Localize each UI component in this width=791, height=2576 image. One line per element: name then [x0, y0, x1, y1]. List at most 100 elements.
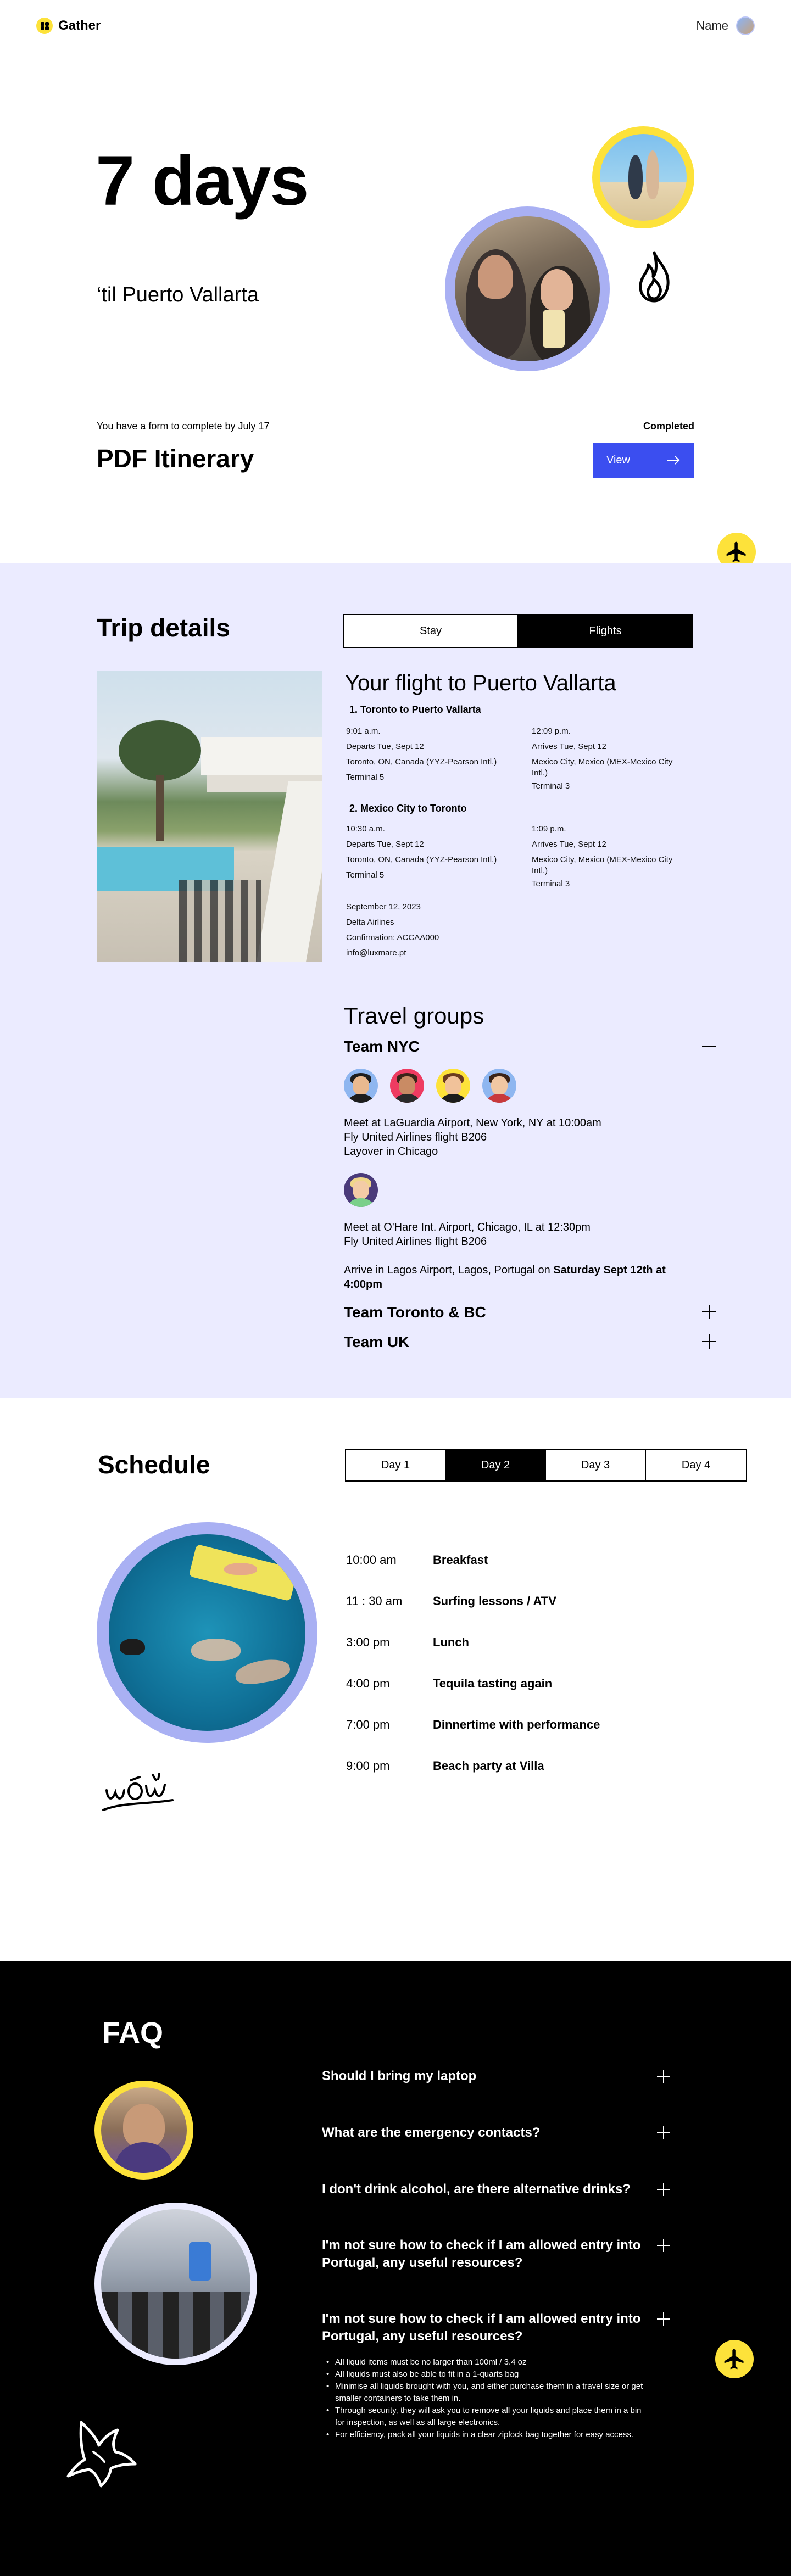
meetup-line: Meet at LaGuardia Airport, New York, NY …	[344, 1117, 601, 1129]
depart-date: Departs Tue, Sept 12	[346, 840, 424, 849]
arrow-right-icon	[667, 456, 680, 465]
faq-photo-airplane-cabin	[94, 2203, 257, 2365]
depart-terminal: Terminal 5	[346, 773, 385, 782]
day-tabs: Day 1 Day 2 Day 3 Day 4	[345, 1449, 747, 1482]
faq-question[interactable]: I'm not sure how to check if I am allowe…	[322, 2237, 662, 2272]
arrival-time: 4:00pm	[344, 1278, 383, 1290]
arrive-place-cont: Intl.)	[532, 768, 548, 778]
schedule-event: Lunch	[433, 1635, 469, 1649]
countdown: 7 days	[96, 142, 309, 220]
avatar[interactable]	[344, 1069, 378, 1103]
answer-item: Through security, they will ask you to r…	[326, 2405, 678, 2429]
leg-depart-info: 10:30 a.m. Departs Tue, Sept 12 Toronto,…	[346, 822, 497, 883]
airline: Delta Airlines	[346, 918, 394, 927]
schedule-item: 3:00 pm Lunch	[346, 1635, 469, 1650]
faq-question-text: I'm not sure how to check if I am allowe…	[322, 2238, 641, 2253]
expand-icon[interactable]	[702, 1305, 716, 1319]
tab-day-2[interactable]: Day 2	[446, 1450, 546, 1480]
faq-question-text: I'm not sure how to check if I am allowe…	[322, 2311, 641, 2326]
flight-title: Your flight to Puerto Vallarta	[345, 671, 616, 695]
leg-arrive-info: 1:09 p.m. Arrives Tue, Sept 12 Mexico Ci…	[532, 822, 697, 892]
schedule-time: 4:00 pm	[346, 1677, 390, 1690]
view-itinerary-button[interactable]: View	[593, 443, 694, 478]
avatar[interactable]	[482, 1069, 516, 1103]
schedule-event: Dinnertime with performance	[433, 1718, 600, 1731]
tab-day-3[interactable]: Day 3	[546, 1450, 646, 1480]
leg-title: 2. Mexico City to Toronto	[349, 803, 467, 814]
faq-question-text: Should I bring my laptop	[322, 2069, 477, 2083]
faq-question[interactable]: Should I bring my laptop	[322, 2067, 662, 2085]
avatar[interactable]	[344, 1173, 378, 1207]
collapse-icon[interactable]	[702, 1039, 716, 1053]
group-avatars	[344, 1069, 516, 1103]
wow-doodle-icon	[102, 1773, 174, 1811]
arrive-time: 12:09 p.m.	[532, 727, 571, 736]
schedule-time: 11 : 30 am	[346, 1594, 403, 1608]
stay-flights-tabs: Stay Flights	[343, 614, 693, 648]
contact-email[interactable]: info@luxmare.pt	[346, 946, 439, 961]
group-header-toronto-bc[interactable]: Team Toronto & BC	[344, 1304, 486, 1321]
tab-flights[interactable]: Flights	[519, 615, 692, 647]
logo-icon	[36, 18, 53, 34]
group-header-nyc[interactable]: Team NYC	[344, 1038, 420, 1055]
expand-icon[interactable]	[702, 1334, 716, 1349]
brand-name: Gather	[58, 18, 101, 33]
answer-item: All liquid items must be no larger than …	[326, 2356, 678, 2368]
sparkle-doodle-icon	[66, 2421, 137, 2488]
group-header-uk[interactable]: Team UK	[344, 1333, 409, 1351]
avatar[interactable]	[436, 1069, 470, 1103]
arrive-place: Mexico City, Mexico (MEX-Mexico City	[532, 757, 673, 767]
meetup-details: Meet at LaGuardia Airport, New York, NY …	[344, 1116, 601, 1159]
leg-title: 1. Toronto to Puerto Vallarta	[349, 704, 481, 715]
depart-time: 9:01 a.m.	[346, 727, 381, 736]
tab-stay[interactable]: Stay	[344, 615, 519, 647]
depart-place: Toronto, ON, Canada (YYZ-Pearson Intl.)	[346, 855, 497, 864]
arrive-time: 1:09 p.m.	[532, 824, 566, 834]
meetup-line: Meet at O'Hare Int. Airport, Chicago, IL…	[344, 1221, 591, 1233]
tab-day-4[interactable]: Day 4	[646, 1450, 746, 1480]
leg-arrive-info: 12:09 p.m. Arrives Tue, Sept 12 Mexico C…	[532, 724, 697, 794]
arrive-place-cont: Intl.)	[532, 866, 548, 875]
plus-icon[interactable]	[657, 2239, 670, 2252]
answer-item-text: Minimise all liquids brought with you, a…	[335, 2382, 643, 2391]
plus-icon[interactable]	[657, 2070, 670, 2083]
answer-item-text: Through security, they will ask you to r…	[335, 2406, 642, 2415]
faq-question[interactable]: What are the emergency contacts?	[322, 2124, 662, 2142]
avatar[interactable]	[736, 16, 755, 35]
booking-info: September 12, 2023 Delta Airlines Confir…	[346, 899, 439, 961]
faq-photo-traveler	[94, 2081, 193, 2180]
plus-icon[interactable]	[657, 2312, 670, 2326]
schedule-time: 10:00 am	[346, 1553, 397, 1567]
arrival-text: Arrive in Lagos Airport, Lagos, Portugal…	[344, 1264, 554, 1276]
brand-logo[interactable]: Gather	[36, 18, 101, 34]
meetup-line: Layover in Chicago	[344, 1145, 438, 1158]
avatar[interactable]	[390, 1069, 424, 1103]
plus-icon[interactable]	[657, 2126, 670, 2139]
group-avatars	[344, 1173, 378, 1207]
depart-place: Toronto, ON, Canada (YYZ-Pearson Intl.)	[346, 757, 497, 767]
answer-item-text-cont: for inspection, as well as all large ele…	[335, 2418, 500, 2427]
faq-question-text: I don't drink alcohol, are there alterna…	[322, 2182, 631, 2197]
answer-item-text-cont: smaller containers to take them in.	[335, 2394, 461, 2403]
hero-photo-friends	[445, 206, 610, 371]
depart-date: Departs Tue, Sept 12	[346, 742, 424, 751]
flame-icon	[639, 251, 670, 303]
user-menu[interactable]: Name	[696, 16, 755, 35]
plus-icon[interactable]	[657, 2183, 670, 2196]
schedule-event: Beach party at Villa	[433, 1759, 544, 1773]
tab-day-1[interactable]: Day 1	[346, 1450, 446, 1480]
schedule-photo-swimming	[97, 1522, 317, 1743]
faq-question[interactable]: I don't drink alcohol, are there alterna…	[322, 2181, 662, 2198]
plane-badge[interactable]	[715, 2340, 754, 2378]
meetup-line: Fly United Airlines flight B206	[344, 1236, 487, 1248]
schedule-event: Tequila tasting again	[433, 1677, 553, 1690]
arrive-date: Arrives Tue, Sept 12	[532, 742, 606, 751]
answer-item: All liquids must also be able to fit in …	[326, 2368, 678, 2381]
leg-depart-info: 9:01 a.m. Departs Tue, Sept 12 Toronto, …	[346, 724, 497, 785]
view-button-label: View	[606, 454, 630, 466]
faq-question[interactable]: I'm not sure how to check if I am allowe…	[322, 2310, 662, 2345]
schedule-event: Breakfast	[433, 1553, 488, 1567]
depart-time: 10:30 a.m.	[346, 824, 385, 834]
travel-groups-title: Travel groups	[344, 1003, 484, 1029]
schedule-item: 11 : 30 am Surfing lessons / ATV	[346, 1594, 556, 1608]
